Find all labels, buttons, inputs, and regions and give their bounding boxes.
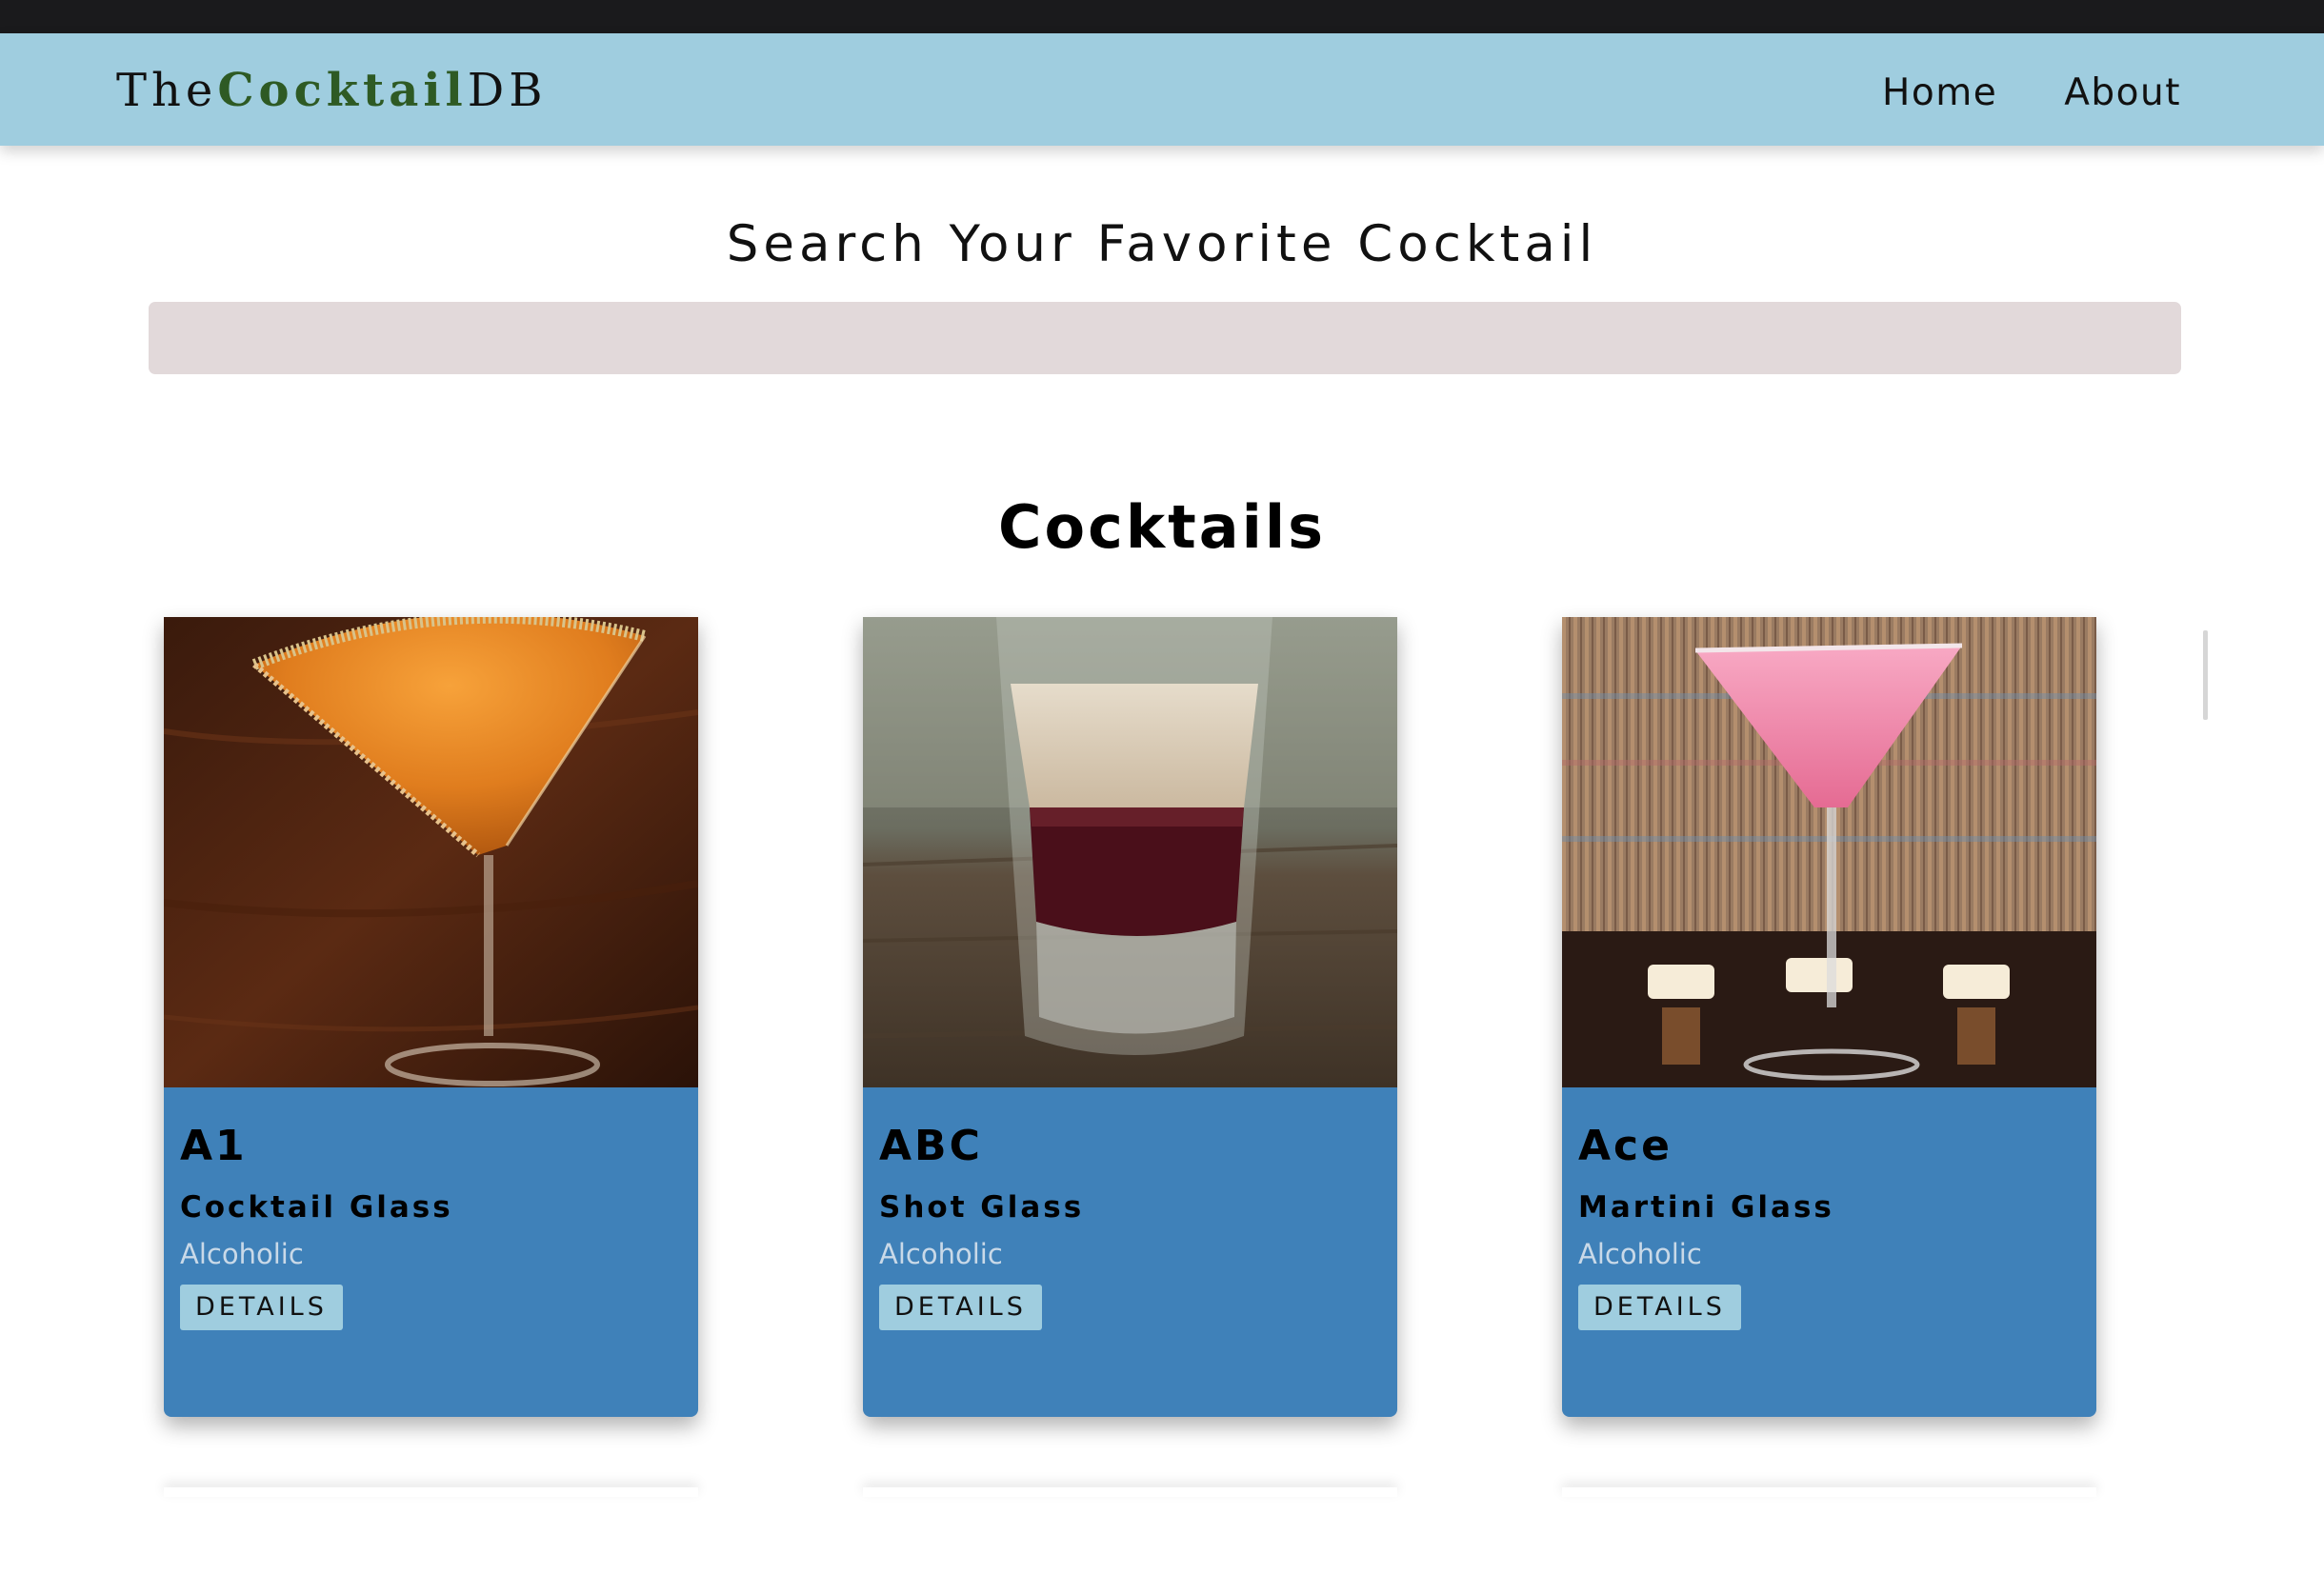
cocktail-name: A1 [180,1122,248,1170]
logo-prefix: The [116,64,218,117]
details-button[interactable]: DETAILS [1578,1285,1741,1330]
nav-about-link[interactable]: About [2064,71,2181,114]
nav-home-link[interactable]: Home [1882,71,1997,114]
cocktail-card: Ace Martini Glass Alcoholic DETAILS [1562,617,2096,1417]
details-button[interactable]: DETAILS [879,1285,1042,1330]
pink-martini-photo[interactable] [1562,617,2096,1087]
logo-accent: Cocktail [217,64,468,117]
cocktail-glass: Shot Glass [879,1190,1085,1225]
cocktail-card: A1 Cocktail Glass Alcoholic DETAILS [164,617,698,1417]
logo-suffix: DB [467,64,548,117]
navbar: TheCocktailDB Home About [0,33,2324,146]
details-button[interactable]: DETAILS [180,1285,343,1330]
layered-shot-photo[interactable] [863,617,1397,1087]
nav-links: Home About [1882,64,2181,121]
search-input[interactable] [149,302,2181,374]
orange-martini-photo[interactable] [164,617,698,1087]
search-title: Search Your Favorite Cocktail [726,215,1598,273]
section-title: Cocktails [998,492,1326,562]
cocktail-card-next-row [863,1487,1397,1497]
cocktail-type: Alcoholic [879,1238,1003,1270]
cocktail-card-next-row [164,1487,698,1497]
browser-top-bar [0,0,2324,33]
cocktail-card-next-row [1562,1487,2096,1497]
cocktail-glass: Martini Glass [1578,1190,1834,1225]
site-logo[interactable]: TheCocktailDB [116,60,548,121]
scroll-indicator[interactable] [2203,630,2208,720]
cocktail-name: Ace [1578,1122,1673,1170]
cocktail-name: ABC [879,1122,983,1170]
cocktail-glass: Cocktail Glass [180,1190,453,1225]
cocktail-card: ABC Shot Glass Alcoholic DETAILS [863,617,1397,1417]
cocktail-type: Alcoholic [180,1238,304,1270]
cocktail-type: Alcoholic [1578,1238,1702,1270]
